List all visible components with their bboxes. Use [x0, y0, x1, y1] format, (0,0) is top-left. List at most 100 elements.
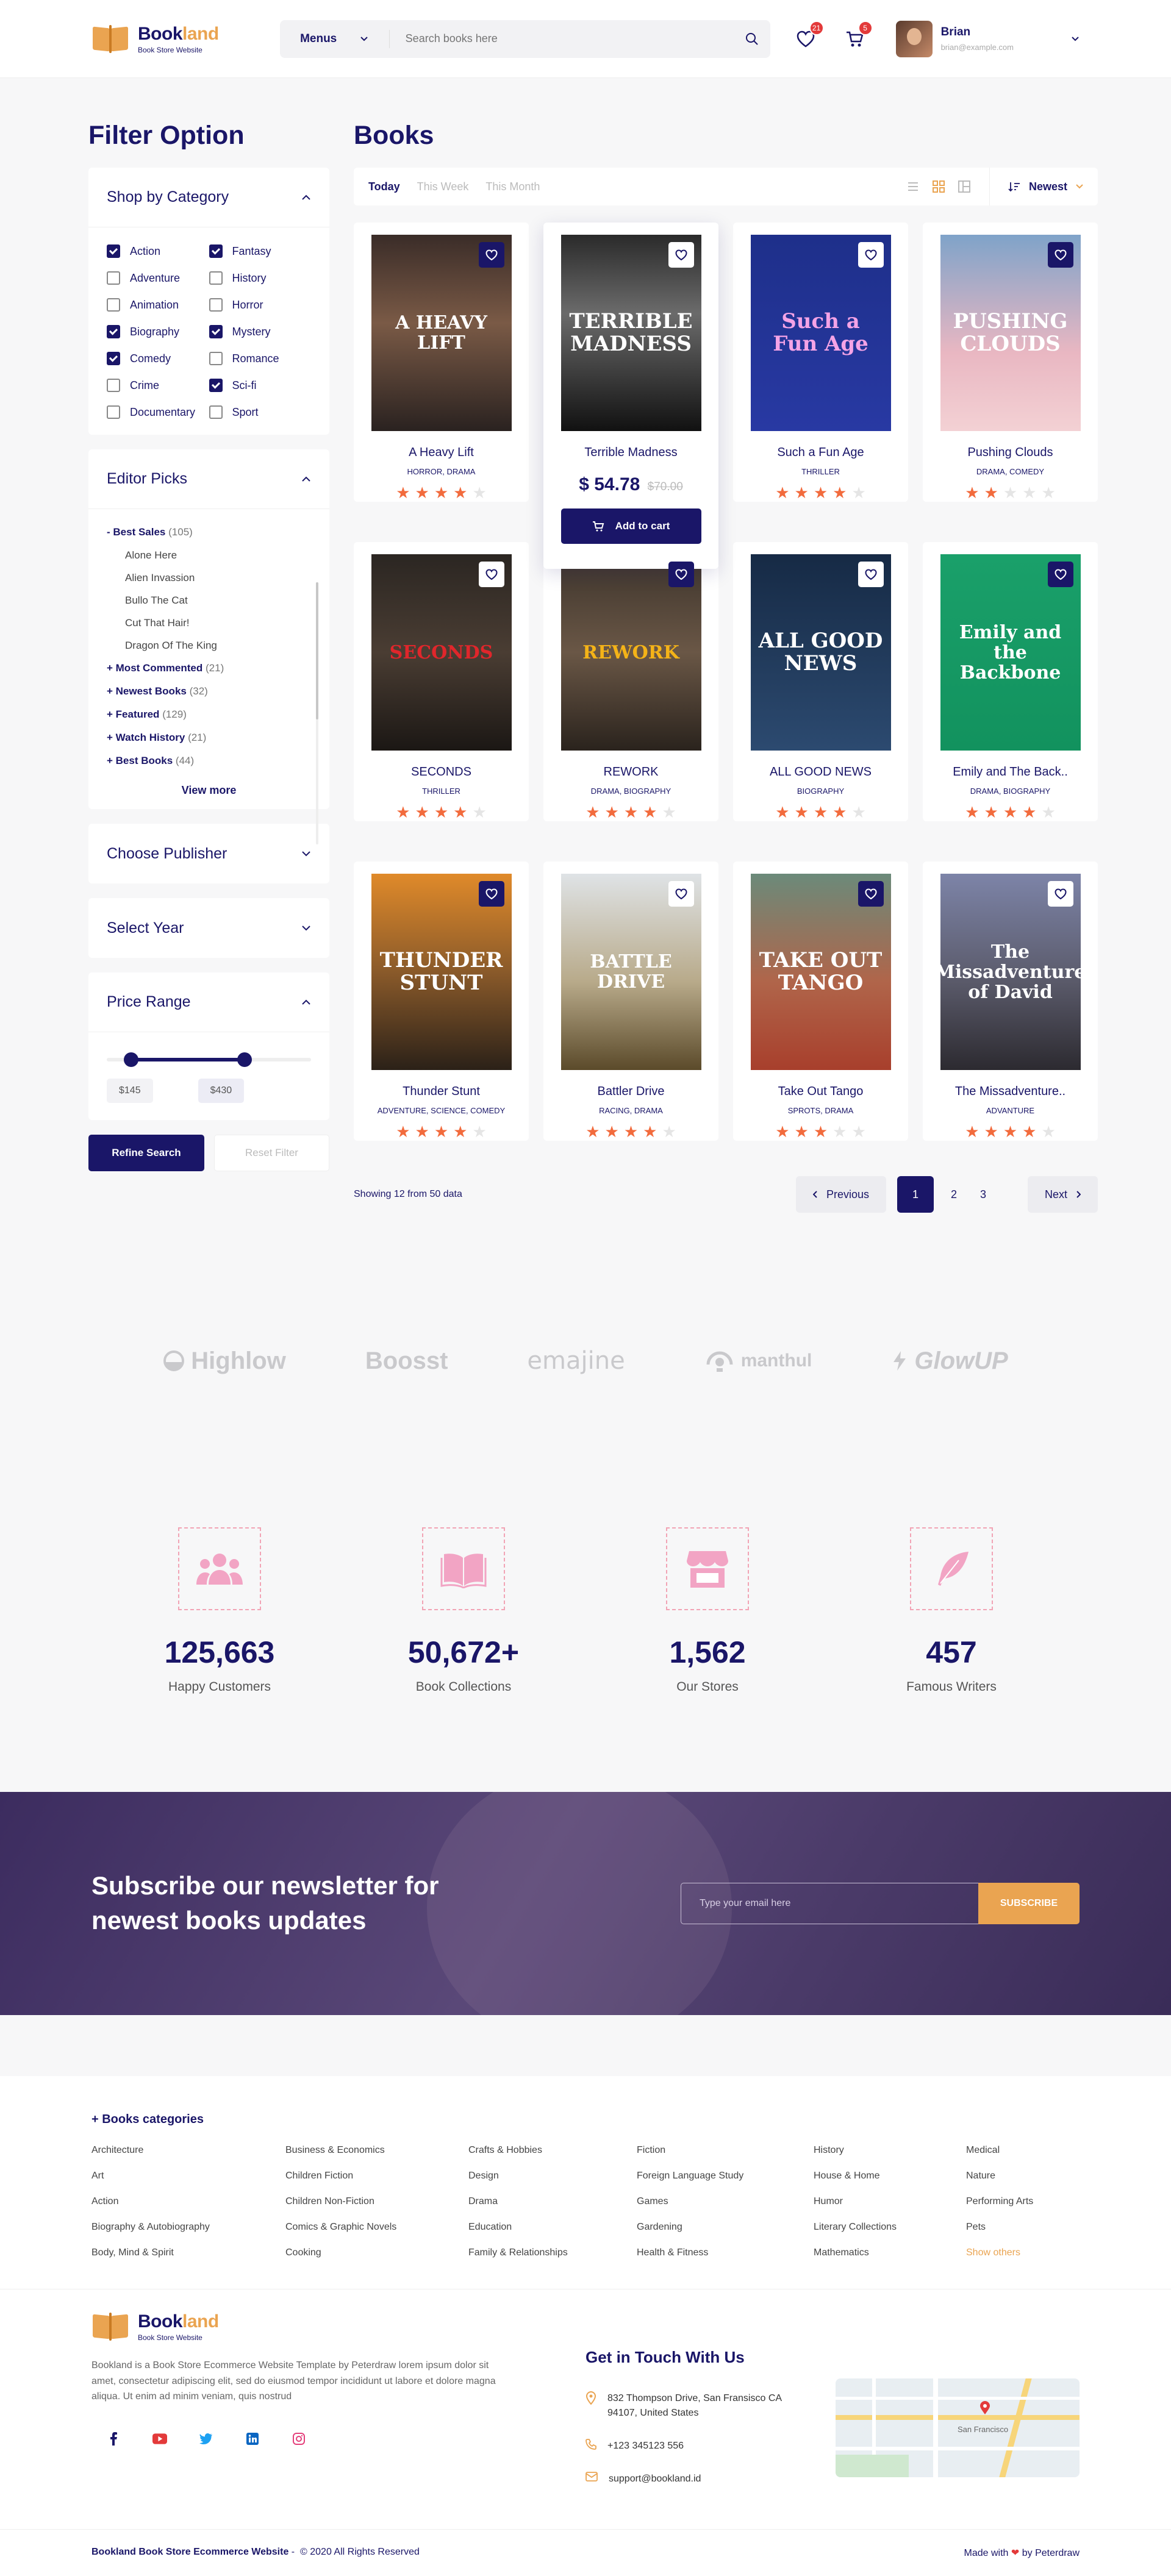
book-card[interactable]: TAKE OUT TANGO Take Out Tango SPROTS, DRAM… — [733, 862, 908, 1141]
favorite-heart-icon[interactable] — [668, 562, 694, 587]
editor-picks-header[interactable]: Editor Picks — [88, 449, 329, 509]
price-max-handle[interactable] — [237, 1052, 252, 1067]
favorite-heart-icon[interactable] — [1047, 562, 1073, 587]
book-card[interactable]: PUSHING CLOUDS Pushing Clouds DRAMA, COMED… — [923, 223, 1098, 502]
footer-category-link[interactable]: Biography & Autobiography — [91, 2222, 285, 2233]
footer-category-link[interactable]: Gardening — [637, 2222, 814, 2233]
pick-item[interactable]: Bullo The Cat — [107, 594, 311, 607]
brand-emajine[interactable]: emajine — [527, 1347, 625, 1375]
footer-category-link[interactable]: Medical — [966, 2145, 1088, 2156]
favorite-heart-icon[interactable] — [478, 881, 504, 907]
book-cover[interactable]: TAKE OUT TANGO — [750, 874, 891, 1070]
brand-glowup[interactable]: GlowUP — [891, 1347, 1008, 1375]
checkbox[interactable] — [107, 271, 120, 285]
book-cover[interactable]: REWORK — [560, 554, 701, 751]
column-view-icon[interactable] — [958, 180, 971, 193]
book-cover[interactable]: Emily and the Backbone — [940, 554, 1081, 751]
footer-category-link[interactable]: Performing Arts — [966, 2196, 1088, 2207]
checkbox[interactable] — [107, 244, 120, 258]
book-title[interactable]: Take Out Tango — [745, 1085, 896, 1099]
footer-category-link[interactable]: Health & Fitness — [637, 2247, 814, 2258]
book-card[interactable]: Such a Fun Age Such a Fun Age THRILLER ★ ★ ★ ★… — [733, 223, 908, 502]
page-3[interactable]: 3 — [974, 1176, 992, 1213]
wishlist-button[interactable]: 21 — [795, 20, 824, 50]
footer-category-link[interactable]: Children Non-Fiction — [285, 2196, 468, 2207]
footer-categories-title[interactable]: + Books categories — [91, 2113, 1080, 2127]
favorite-heart-icon[interactable] — [478, 562, 504, 587]
add-to-cart-button[interactable]: Add to cart — [560, 508, 701, 544]
best-sales-group[interactable]: - Best Sales (105) — [107, 526, 311, 538]
category-checkbox[interactable]: Action — [107, 244, 209, 258]
next-button[interactable]: Next — [1027, 1176, 1098, 1213]
footer-category-link[interactable]: Art — [91, 2171, 285, 2182]
refine-search-button[interactable]: Refine Search — [88, 1135, 204, 1171]
tab-today[interactable]: Today — [368, 180, 400, 193]
footer-category-link[interactable]: Foreign Language Study — [637, 2171, 814, 2182]
book-title[interactable]: The Missadventure.. — [935, 1085, 1086, 1099]
price-range-header[interactable]: Price Range — [88, 972, 329, 1032]
brand-boosst[interactable]: Boosst — [365, 1347, 448, 1375]
previous-button[interactable]: Previous — [795, 1176, 886, 1213]
pick-group[interactable]: + Newest Books (32) — [107, 685, 311, 698]
footer-category-link[interactable]: Crafts & Hobbies — [468, 2145, 637, 2156]
checkbox[interactable] — [107, 298, 120, 312]
footer-category-link[interactable]: Comics & Graphic Novels — [285, 2222, 468, 2233]
footer-category-link[interactable]: Games — [637, 2196, 814, 2207]
footer-category-link[interactable]: Action — [91, 2196, 285, 2207]
footer-category-link[interactable]: Architecture — [91, 2145, 285, 2156]
youtube-icon[interactable] — [152, 2432, 167, 2446]
book-cover[interactable]: THUNDER STUNT — [371, 874, 512, 1070]
book-cover[interactable]: ALL GOOD NEWS — [750, 554, 891, 751]
book-cover[interactable]: Such a Fun Age — [750, 235, 891, 431]
favorite-heart-icon[interactable] — [668, 881, 694, 907]
category-checkbox[interactable]: Horror — [209, 298, 312, 312]
book-cover[interactable]: BATTLE DRIVE — [560, 874, 701, 1070]
sort-dropdown[interactable]: Newest — [990, 180, 1083, 193]
checkbox[interactable] — [209, 244, 223, 258]
category-checkbox[interactable]: Biography — [107, 325, 209, 338]
book-title[interactable]: Battler Drive — [556, 1085, 706, 1099]
category-checkbox[interactable]: Sport — [209, 405, 312, 419]
checkbox[interactable] — [209, 271, 223, 285]
book-card[interactable]: The Missadventure of David The Missadvent… — [923, 862, 1098, 1141]
book-card[interactable]: REWORK REWORK DRAMA, BIOGRAPHY ★ ★ ★ ★ ★ — [543, 542, 718, 821]
category-checkbox[interactable]: Adventure — [107, 271, 209, 285]
footer-category-link[interactable]: Family & Relationships — [468, 2247, 637, 2258]
footer-category-link[interactable]: Children Fiction — [285, 2171, 468, 2182]
location-map[interactable]: San Francisco — [836, 2378, 1080, 2477]
facebook-icon[interactable] — [106, 2432, 121, 2446]
category-checkbox[interactable]: History — [209, 271, 312, 285]
contact-email[interactable]: support@bookland.id — [609, 2472, 701, 2486]
footer-category-link[interactable]: House & Home — [814, 2171, 966, 2182]
list-view-icon[interactable] — [906, 180, 920, 193]
category-checkbox[interactable]: Comedy — [107, 352, 209, 365]
book-cover[interactable]: SECONDS — [371, 554, 512, 751]
view-more-link[interactable]: View more — [107, 784, 311, 797]
favorite-heart-icon[interactable] — [668, 242, 694, 268]
show-others-link[interactable]: Show others — [966, 2247, 1088, 2258]
footer-category-link[interactable]: Literary Collections — [814, 2222, 966, 2233]
book-title[interactable]: Thunder Stunt — [366, 1085, 517, 1099]
book-card[interactable]: BATTLE DRIVE Battler Drive RACING, DRAMA ★ ★… — [543, 862, 718, 1141]
linkedin-icon[interactable] — [245, 2432, 260, 2446]
footer-category-link[interactable]: Pets — [966, 2222, 1088, 2233]
checkbox[interactable] — [107, 352, 120, 365]
checkbox[interactable] — [107, 405, 120, 419]
reset-filter-button[interactable]: Reset Filter — [214, 1135, 329, 1171]
year-panel[interactable]: Select Year — [88, 898, 329, 958]
book-cover[interactable]: TERRIBLE MADNESS — [560, 235, 701, 431]
pick-item[interactable]: Cut That Hair! — [107, 617, 311, 629]
checkbox[interactable] — [209, 298, 223, 312]
newsletter-email-input[interactable] — [681, 1883, 978, 1924]
book-card[interactable]: A HEAVY LIFT A Heavy Lift HORROR, DRAMA ★ ★ ★… — [354, 223, 529, 502]
book-card[interactable]: SECONDS SECONDS THRILLER ★ ★ ★ ★ ★ — [354, 542, 529, 821]
scrollbar[interactable] — [316, 582, 318, 844]
menus-dropdown[interactable]: Menus — [280, 29, 390, 48]
footer-category-link[interactable]: Humor — [814, 2196, 966, 2207]
footer-category-link[interactable]: Business & Economics — [285, 2145, 468, 2156]
cart-button[interactable]: 5 — [843, 20, 873, 50]
user-menu[interactable]: Brian brian@example.com — [895, 20, 1080, 57]
category-checkbox[interactable]: Fantasy — [209, 244, 312, 258]
category-checkbox[interactable]: Documentary — [107, 405, 209, 419]
footer-category-link[interactable]: Drama — [468, 2196, 637, 2207]
